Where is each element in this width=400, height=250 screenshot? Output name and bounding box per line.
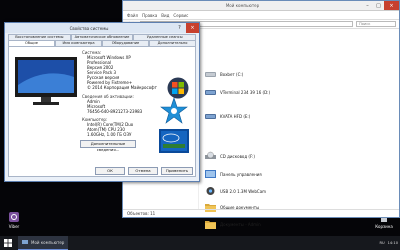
more-info-button[interactable]: Дополнительные сведения... xyxy=(80,140,136,152)
help-button[interactable]: ? xyxy=(173,23,186,33)
control-panel-icon xyxy=(205,169,216,180)
dialog-close-button[interactable]: × xyxy=(186,23,199,33)
menu-item-edit[interactable]: Правка xyxy=(142,13,157,18)
minimize-button[interactable]: – xyxy=(362,1,373,10)
list-item[interactable]: VTerminal 234 39 16 (D:) xyxy=(205,85,270,99)
drive-icon xyxy=(205,111,216,122)
dialog-tabs: Восстановление системы Автоматическое об… xyxy=(8,34,197,46)
explorer-titlebar[interactable]: Мой компьютер – □ × xyxy=(123,1,399,11)
desktop-icon-viber[interactable]: Viber xyxy=(2,212,26,229)
dialog-title: Свойства системы xyxy=(69,25,109,31)
system-tray: RU 14:10 xyxy=(380,236,399,250)
clock[interactable]: 14:10 xyxy=(388,241,398,245)
desktop-icon-label: Корзина xyxy=(375,224,393,229)
windows-start-icon xyxy=(4,239,12,247)
explorer-item-list: Boxbeт (C:) VTerminal 234 39 16 (D:) KVA… xyxy=(201,29,399,229)
intel-core-badge-icon xyxy=(159,129,189,154)
webcam-icon xyxy=(205,186,216,197)
taskbar: Мой компьютер RU 14:10 xyxy=(0,236,400,250)
monitor-icon xyxy=(15,57,77,108)
taskbar-app-label: Мой компьютер xyxy=(31,240,65,245)
drive-icon xyxy=(205,69,216,80)
list-item[interactable]: KVATA HFD (E:) xyxy=(205,109,250,123)
drive-icon xyxy=(205,87,216,98)
maximize-button[interactable]: □ xyxy=(373,1,384,10)
list-item[interactable]: Панель управления xyxy=(205,167,262,181)
menu-item-tools[interactable]: Сервис xyxy=(173,13,188,18)
explorer-title: Мой компьютер xyxy=(225,3,260,8)
computer-icon xyxy=(22,240,28,244)
list-item[interactable]: Документы - Admin xyxy=(205,217,261,231)
taskbar-app-explorer[interactable]: Мой компьютер xyxy=(18,236,69,250)
list-item[interactable]: USB 2.0 1.3M WebCam xyxy=(205,184,266,198)
cpu-line-3: 1.60GHz, 1.00 ГБ ОЗУ xyxy=(87,132,132,137)
menu-item-view[interactable]: Вид xyxy=(161,13,169,18)
language-indicator[interactable]: RU xyxy=(380,241,385,245)
apply-button[interactable]: Применить xyxy=(161,167,193,175)
cancel-button[interactable]: Отмена xyxy=(128,167,158,175)
close-button[interactable]: × xyxy=(384,1,399,10)
list-item[interactable]: CD дисковод (F:) xyxy=(205,149,255,163)
explorer-menubar: Файл Правка Вид Сервис xyxy=(123,11,399,20)
folder-icon xyxy=(205,219,216,230)
ok-button[interactable]: ОК xyxy=(95,167,125,175)
dialog-titlebar[interactable]: Свойства системы ? × xyxy=(5,23,199,33)
manufacturer-logo-icon xyxy=(159,97,189,126)
menu-item-file[interactable]: Файл xyxy=(127,13,138,18)
system-properties-dialog: Свойства системы ? × Восстановление сист… xyxy=(4,22,200,182)
product-id: 76456-640-8921273-23983 xyxy=(87,109,143,114)
copyright: © 2014 Корпорация Майкрософт xyxy=(87,85,157,90)
list-item[interactable]: Boxbeт (C:) xyxy=(205,67,243,81)
viber-icon xyxy=(9,212,19,223)
desktop-icon-label: Viber xyxy=(8,224,20,229)
search-input[interactable]: Поиск xyxy=(356,21,396,27)
start-button[interactable] xyxy=(0,236,16,250)
explorer-statusbar: Объектов: 11 xyxy=(123,209,399,217)
cd-drive-icon xyxy=(205,151,216,162)
general-tab-panel: Система: Microsoft Windows XP Profession… xyxy=(8,46,196,177)
